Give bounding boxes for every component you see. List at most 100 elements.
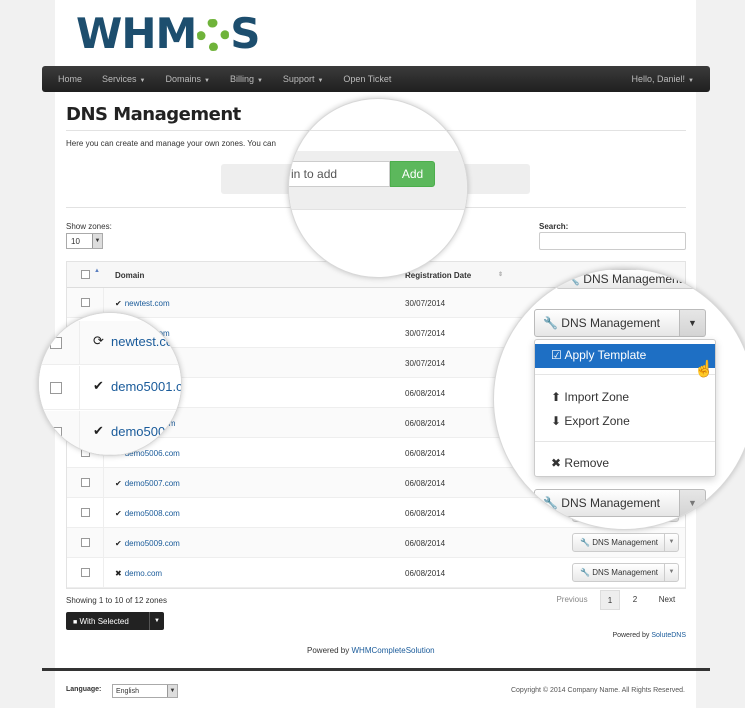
- dns-management-button[interactable]: 🔧 DNS Management ▼: [571, 533, 679, 552]
- nav-support[interactable]: Support ▼: [283, 74, 323, 84]
- row-checkbox[interactable]: [50, 337, 62, 349]
- zoom-add-form: in to add Add: [288, 98, 468, 278]
- zoom-table-row: ⟳ newtest.co: [39, 321, 181, 365]
- add-button[interactable]: Add: [390, 161, 435, 187]
- caret-down-icon: ▼: [139, 78, 146, 84]
- zoom-table-row: ✔ demo500: [39, 411, 181, 455]
- dns-management-label: DNS Management: [592, 538, 658, 547]
- column-separator: [79, 366, 80, 410]
- zoom-divider: [289, 209, 467, 210]
- nav-billing[interactable]: Billing ▼: [230, 74, 263, 84]
- domain-link[interactable]: demo500: [111, 424, 165, 439]
- dns-management-button[interactable]: 🔧 DNS Management ▼: [571, 563, 679, 582]
- domain-link[interactable]: demo.com: [125, 569, 162, 578]
- whmcs-logo[interactable]: WHM S: [76, 9, 261, 58]
- row-checkbox[interactable]: [50, 382, 62, 394]
- menu-divider: [535, 441, 715, 442]
- powered-by-solutedns: Powered by SoluteDNS: [612, 632, 686, 639]
- chevron-down-icon: ▼: [92, 234, 102, 248]
- language-select[interactable]: English ▼: [112, 684, 178, 698]
- domain-cell: ✖ demo.com: [115, 569, 162, 578]
- nav-billing-label: Billing: [229, 74, 254, 84]
- dns-management-button[interactable]: 🔧 DNS Management: [534, 309, 680, 337]
- table-row: ✔ demo5009.com 06/08/2014 🔧 DNS Management ▼: [67, 528, 685, 558]
- table-row: ✖ demo.com 06/08/2014 🔧 DNS Management ▼: [67, 558, 685, 588]
- column-separator: [103, 528, 104, 557]
- zone-input[interactable]: in to add: [289, 161, 390, 187]
- domain-link[interactable]: demo5001.c: [111, 379, 181, 394]
- status-icon: ✔: [115, 539, 122, 548]
- sort-asc-icon: ▲: [94, 268, 100, 274]
- caret-down-icon: ▼: [317, 78, 324, 84]
- domain-cell: ✔ demo5008.com: [115, 509, 180, 518]
- domain-link[interactable]: demo5009.com: [125, 539, 180, 548]
- row-checkbox[interactable]: [81, 478, 90, 487]
- domain-cell: ✔ demo5007.com: [115, 479, 180, 488]
- menu-remove[interactable]: ✖ Remove: [551, 456, 609, 470]
- language-label: Language:: [66, 686, 102, 693]
- nav-home[interactable]: Home: [58, 74, 82, 84]
- domain-link[interactable]: demo5008.com: [125, 509, 180, 518]
- row-checkbox[interactable]: [81, 508, 90, 517]
- menu-import-zone[interactable]: ⬆ Import Zone: [551, 390, 629, 404]
- search-input[interactable]: [539, 232, 686, 250]
- with-selected-button[interactable]: ■ With Selected ▼: [66, 612, 164, 630]
- col-registration-date[interactable]: Registration Date: [405, 271, 471, 280]
- import-zone-label: Import Zone: [564, 390, 630, 404]
- nav-user-label: Hello, Daniel!: [631, 74, 686, 84]
- status-icon: ⟳: [93, 333, 104, 348]
- col-domain[interactable]: Domain: [115, 271, 144, 280]
- status-icon: ✔: [115, 479, 122, 488]
- nav-open-ticket[interactable]: Open Ticket: [343, 74, 391, 84]
- nav-domains[interactable]: Domains ▼: [165, 74, 209, 84]
- wrench-icon: 🔧: [543, 316, 558, 330]
- export-zone-label: Export Zone: [564, 414, 630, 428]
- pagination-page-2[interactable]: 2: [625, 590, 645, 610]
- pagination-previous[interactable]: Previous: [548, 590, 596, 610]
- dropdown-toggle[interactable]: ▼: [680, 309, 706, 337]
- dns-management-button[interactable]: 🔧 DNS Management: [534, 489, 680, 517]
- nav-services[interactable]: Services ▼: [102, 74, 145, 84]
- powered-by-prefix: Powered by: [307, 646, 350, 655]
- domain-link[interactable]: newtest.co: [111, 334, 173, 349]
- show-zones-value: 10: [71, 237, 80, 246]
- registration-date: 30/07/2014: [405, 359, 446, 368]
- row-checkbox[interactable]: [81, 298, 90, 307]
- solutedns-link[interactable]: SoluteDNS: [651, 632, 686, 639]
- arrow-down-circle-icon: ⬇: [551, 414, 562, 428]
- domain-link[interactable]: demo5007.com: [125, 479, 180, 488]
- nav-services-label: Services: [102, 74, 137, 84]
- whmcs-link[interactable]: WHMCompleteSolution: [351, 646, 434, 655]
- close-icon: ✖: [551, 456, 562, 470]
- dropdown-toggle[interactable]: ▼: [664, 564, 678, 581]
- zoom-dns-dropdown: 🔧 DNS Management 🔧 DNS Management ▼ ☑ Ap…: [493, 268, 745, 530]
- row-checkbox[interactable]: [50, 427, 62, 439]
- dns-management-button[interactable]: 🔧 DNS Management: [556, 269, 736, 289]
- registration-date: 06/08/2014: [405, 389, 446, 398]
- wrench-icon: 🔧: [579, 568, 590, 577]
- pagination-page-1[interactable]: 1: [600, 590, 620, 610]
- menu-apply-template[interactable]: ☑ Apply Template: [535, 344, 715, 368]
- chevron-down-icon: ▼: [167, 685, 177, 697]
- menu-divider: [535, 374, 715, 375]
- registration-date: 06/08/2014: [405, 539, 446, 548]
- apply-template-label: Apply Template: [564, 348, 647, 362]
- row-checkbox[interactable]: [81, 538, 90, 547]
- nav-domains-label: Domains: [165, 74, 201, 84]
- nav-user-menu[interactable]: Hello, Daniel! ▼: [632, 74, 694, 84]
- pagination-next[interactable]: Next: [649, 590, 685, 610]
- dns-management-label: DNS Management: [561, 316, 661, 330]
- status-icon: ✔: [93, 378, 104, 393]
- show-zones-select[interactable]: 10 ▼: [66, 233, 103, 249]
- row-checkbox[interactable]: [81, 568, 90, 577]
- sort-icon: ⇕: [498, 272, 504, 278]
- dns-management-label: DNS Management: [561, 496, 661, 510]
- select-all-checkbox[interactable]: [81, 270, 90, 279]
- menu-export-zone[interactable]: ⬇ Export Zone: [551, 414, 630, 428]
- folder-icon: ■: [73, 618, 78, 626]
- domain-link[interactable]: newtest.com: [125, 299, 170, 308]
- column-separator: [103, 498, 104, 527]
- dropdown-toggle[interactable]: ▼: [680, 489, 706, 517]
- remove-label: Remove: [564, 456, 610, 470]
- dropdown-toggle[interactable]: ▼: [664, 534, 678, 551]
